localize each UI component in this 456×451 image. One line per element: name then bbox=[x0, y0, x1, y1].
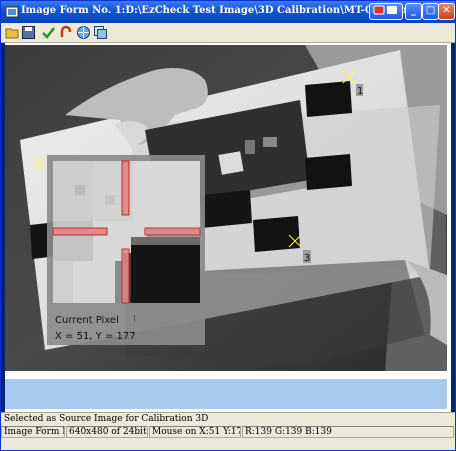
chip-2 bbox=[263, 137, 277, 147]
screen-capture-button[interactable] bbox=[369, 3, 403, 20]
window-bottom-border bbox=[1, 439, 455, 450]
status-form-name: Image Form No.1 bbox=[1, 426, 65, 438]
current-pixel-caption: Current Pixel bbox=[55, 315, 119, 326]
calib-square bbox=[305, 154, 352, 190]
window-title: Image Form No. 1:D:\EzCheck Test Image\3… bbox=[21, 5, 407, 16]
image-footer-band bbox=[5, 379, 447, 409]
chip-label bbox=[218, 151, 244, 175]
status-image-info: 640x480 of 24bits bbox=[66, 426, 148, 438]
check-icon[interactable] bbox=[41, 25, 56, 40]
status-message-bar: Selected as Source Image for Calibration… bbox=[1, 412, 455, 426]
screen-capture-icon bbox=[373, 5, 397, 15]
app-icon bbox=[5, 6, 19, 18]
chip-1 bbox=[245, 140, 255, 154]
image-form-window: Image Form No. 1:D:\EzCheck Test Image\3… bbox=[0, 0, 456, 451]
minimize-button[interactable]: _ bbox=[405, 3, 422, 20]
close-button[interactable]: ✕ bbox=[438, 3, 455, 20]
calib-square bbox=[305, 81, 352, 117]
maximize-button[interactable]: □ bbox=[422, 3, 439, 20]
status-info-bar: Image Form No.1 640x480 of 24bits Mouse … bbox=[1, 426, 455, 439]
globe-icon[interactable] bbox=[76, 25, 91, 40]
pixel-zoom-panel: Current Pixel ⁝ X = 51, Y = 177 bbox=[47, 155, 205, 345]
current-pixel-coords: X = 51, Y = 177 bbox=[55, 331, 136, 342]
open-folder-icon[interactable] bbox=[5, 25, 20, 40]
marker-label-3: 3 bbox=[304, 253, 310, 264]
save-icon[interactable] bbox=[21, 25, 36, 40]
status-message: Selected as Source Image for Calibration… bbox=[4, 414, 209, 424]
copy-image-icon[interactable] bbox=[93, 25, 108, 40]
calibration-image-canvas[interactable]: 1 3 Current Pixel ⁝ X = 51, Y = 177 bbox=[5, 45, 447, 371]
toolbar bbox=[1, 23, 455, 43]
marker-label-1: 1 bbox=[357, 86, 363, 97]
caption-dropdown-icon[interactable]: ⁝ bbox=[133, 314, 136, 324]
status-mouse-position: Mouse on X:51 Y:177 bbox=[149, 426, 241, 438]
calib-square bbox=[253, 216, 300, 252]
status-rgb-value: R:139 G:139 B:139 bbox=[242, 426, 454, 438]
undo-icon[interactable] bbox=[59, 25, 74, 40]
title-bar[interactable]: Image Form No. 1:D:\EzCheck Test Image\3… bbox=[1, 1, 455, 23]
calib-square bbox=[200, 190, 252, 228]
